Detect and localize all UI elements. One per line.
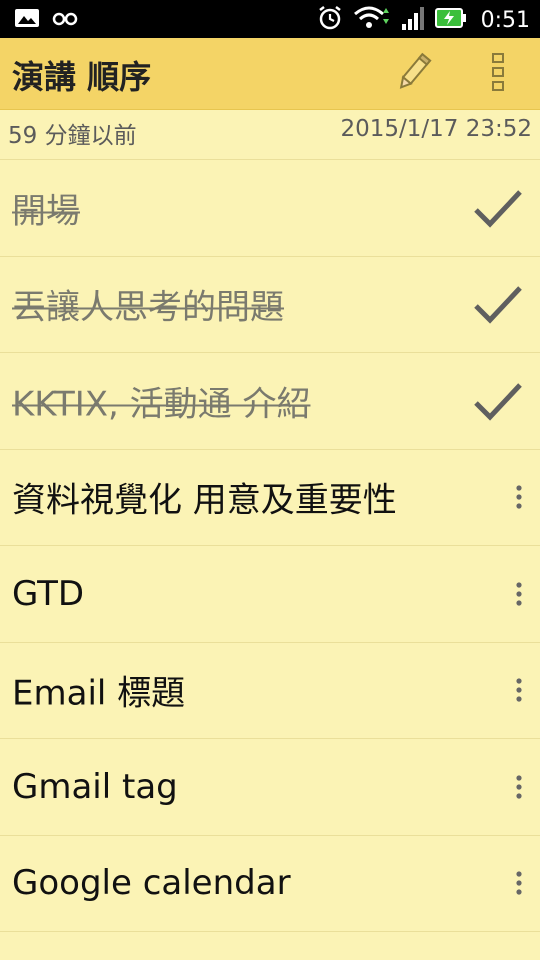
list-item[interactable]: 丟讓人思考的問題 xyxy=(0,257,540,353)
glasses-icon xyxy=(52,7,78,33)
check-icon[interactable] xyxy=(472,282,524,326)
overflow-menu-icon xyxy=(490,52,506,96)
item-label: 資料視覺化 用意及重要性 xyxy=(12,480,397,521)
alarm-icon xyxy=(317,4,343,36)
signal-icon xyxy=(401,5,425,35)
list-item[interactable]: Google calendar xyxy=(0,836,540,932)
drag-handle-icon[interactable] xyxy=(508,482,530,512)
note-title: 演講 順序 xyxy=(12,58,152,96)
item-label: GTD xyxy=(12,573,85,614)
item-label: Email 標題 xyxy=(12,673,186,714)
drag-handle-icon[interactable] xyxy=(508,675,530,705)
item-label: 開場 xyxy=(12,191,80,232)
item-label: 丟讓人思考的問題 xyxy=(12,287,284,328)
drag-handle-icon[interactable] xyxy=(508,772,530,802)
note-datetime: 2015/1/17 23:52 xyxy=(340,116,532,142)
list-item[interactable]: 資料視覺化 用意及重要性 xyxy=(0,450,540,546)
list-item[interactable]: GTD xyxy=(0,546,540,643)
modified-ago: 59 分鐘以前 xyxy=(8,123,137,149)
note-meta: 59 分鐘以前 2015/1/17 23:52 xyxy=(0,110,540,160)
app-bar: 演講 順序 xyxy=(0,38,540,110)
edit-button[interactable] xyxy=(388,50,440,98)
drag-handle-icon[interactable] xyxy=(508,579,530,609)
overflow-menu-button[interactable] xyxy=(478,50,518,98)
item-label: Google calendar xyxy=(12,863,291,904)
list-item[interactable]: Email 標題 xyxy=(0,643,540,739)
item-label: Gmail tag xyxy=(12,766,178,807)
list-item[interactable]: KKTIX, 活動通 介紹 xyxy=(0,353,540,450)
check-icon[interactable] xyxy=(472,186,524,230)
drag-handle-icon[interactable] xyxy=(508,868,530,898)
pencil-icon xyxy=(391,49,437,99)
check-icon[interactable] xyxy=(472,379,524,423)
item-label: KKTIX, 活動通 介紹 xyxy=(12,384,311,425)
status-bar: 0:51 xyxy=(0,0,540,38)
battery-charging-icon xyxy=(434,6,467,34)
list-item[interactable]: Gmail tag xyxy=(0,739,540,836)
checklist: 開場 丟讓人思考的問題 KKTIX, 活動通 介紹 資料視覺化 用意及重要性 G… xyxy=(0,160,540,932)
clock-time: 0:51 xyxy=(480,7,530,33)
list-item[interactable]: 開場 xyxy=(0,160,540,257)
image-icon xyxy=(14,7,40,33)
wifi-icon xyxy=(353,4,391,36)
